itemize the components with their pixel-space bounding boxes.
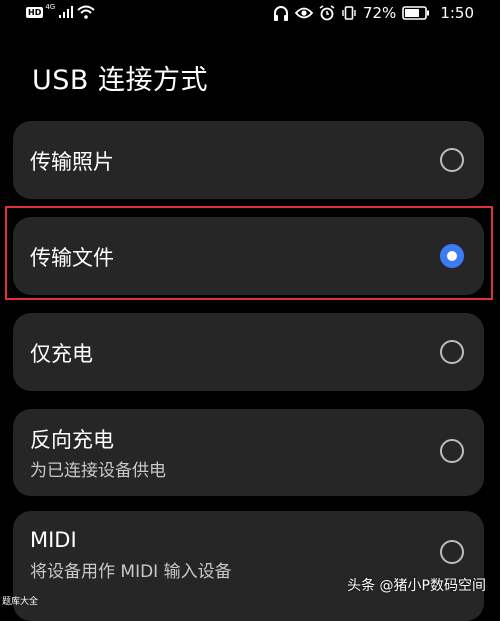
status-bar: HD 4G 72% 1:50 bbox=[0, 0, 500, 30]
battery-percent: 72% bbox=[362, 4, 397, 22]
radio-button[interactable] bbox=[440, 148, 464, 172]
highlight-box bbox=[5, 206, 493, 300]
option-label: 传输照片 bbox=[30, 150, 114, 174]
wifi-icon bbox=[77, 5, 95, 19]
radio-button[interactable] bbox=[440, 540, 464, 564]
signal-icon bbox=[59, 6, 74, 18]
status-bar-right: 72% 1:50 bbox=[273, 4, 474, 22]
eye-icon bbox=[294, 7, 314, 19]
option-subtitle: 将设备用作 MIDI 输入设备 bbox=[30, 562, 232, 582]
option-charge-only[interactable]: 仅充电 bbox=[13, 313, 484, 391]
watermark-right: 头条 @猪小P数码空间 bbox=[347, 578, 486, 594]
option-transfer-photos[interactable]: 传输照片 bbox=[13, 121, 484, 199]
headphones-icon bbox=[273, 5, 289, 21]
option-reverse-charge[interactable]: 反向充电 为已连接设备供电 bbox=[13, 409, 484, 496]
hd-badge: HD bbox=[26, 6, 44, 18]
option-subtitle: 为已连接设备供电 bbox=[30, 461, 166, 481]
clock: 1:50 bbox=[440, 4, 474, 22]
network-type: 4G bbox=[45, 3, 56, 11]
alarm-icon bbox=[319, 5, 335, 21]
vibrate-icon bbox=[341, 5, 357, 21]
option-midi[interactable]: MIDI 将设备用作 MIDI 输入设备 bbox=[13, 511, 484, 621]
page-title: USB 连接方式 bbox=[32, 65, 209, 96]
option-label: 反向充电 bbox=[30, 428, 114, 452]
watermark-left: 题库大全 bbox=[2, 597, 39, 607]
option-label: MIDI bbox=[30, 528, 77, 552]
battery-icon bbox=[402, 6, 430, 20]
option-label: 仅充电 bbox=[30, 342, 93, 366]
radio-button[interactable] bbox=[440, 340, 464, 364]
radio-button[interactable] bbox=[440, 439, 464, 463]
status-bar-left: HD 4G bbox=[26, 3, 95, 19]
